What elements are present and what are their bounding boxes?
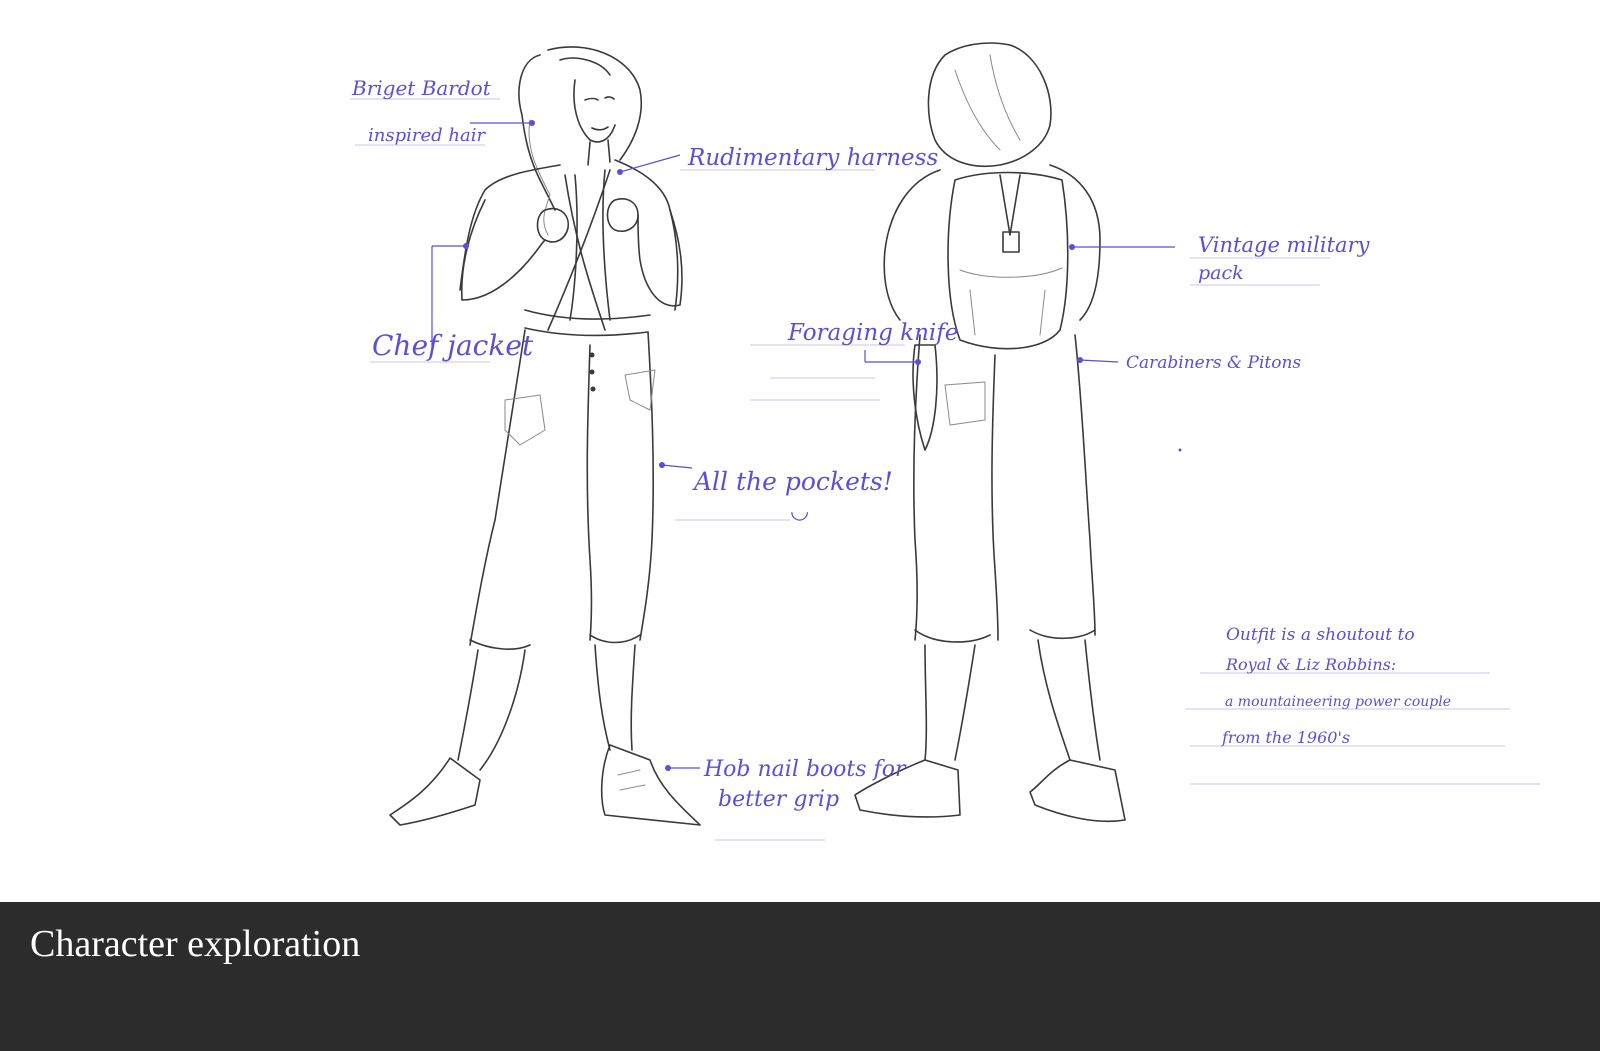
character-sketch: Briget Bardot inspired hair Rudimentary …	[350, 42, 1540, 841]
hair-note-line-1: Briget Bardot	[351, 76, 492, 100]
pack-note-line-1: Vintage military	[1198, 233, 1371, 257]
boots-note-line-1: Hob nail boots for	[703, 757, 907, 782]
sketch-canvas: Briget Bardot inspired hair Rudimentary …	[0, 0, 1600, 902]
shoutout-line-1: Outfit is a shoutout to	[1226, 625, 1415, 645]
boots-note-line-2: better grip	[718, 787, 839, 812]
knife-note: Foraging knife	[787, 320, 958, 346]
front-view-figure	[389, 46, 701, 826]
carabiners-note: Carabiners & Pitons	[1126, 353, 1301, 373]
annotation-leaders	[350, 98, 1540, 841]
caption-title: Character exploration	[30, 923, 361, 965]
shoutout-line-3: a mountaineering power couple	[1225, 694, 1451, 710]
caption-bar: Character exploration	[0, 902, 1600, 1051]
hair-note-line-2: inspired hair	[368, 125, 486, 146]
pockets-note: All the pockets!	[692, 467, 893, 496]
harness-note: Rudimentary harness	[687, 145, 938, 171]
pack-note-line-2: pack	[1198, 262, 1244, 284]
chef-jacket-note: Chef jacket	[372, 329, 534, 362]
smiley-glyph: ◡	[790, 499, 809, 524]
shoutout-line-4: from the 1960's	[1221, 728, 1350, 747]
shoutout-line-2: Royal & Liz Robbins:	[1225, 655, 1396, 674]
